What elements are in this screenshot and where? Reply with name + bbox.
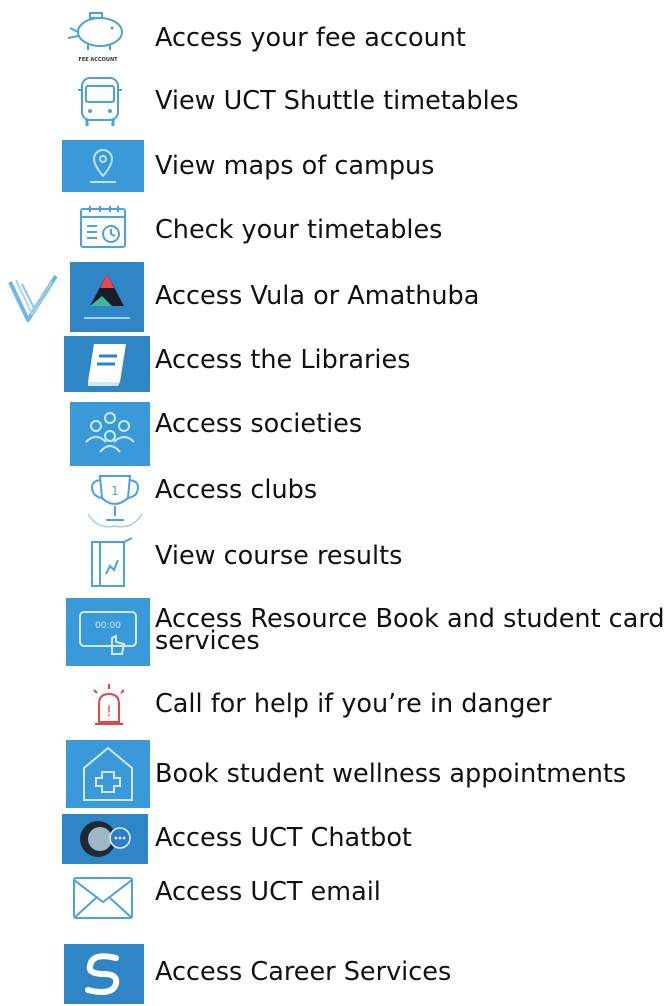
- svg-text:1: 1: [111, 484, 119, 498]
- item-label: Access Resource Book and student card se…: [155, 604, 665, 656]
- piggy-bank-icon: FEE ACCOUNT: [62, 10, 134, 64]
- alarm-icon: !: [84, 682, 134, 730]
- item-label: Access the Libraries: [155, 345, 411, 375]
- health-house-icon: [66, 740, 150, 808]
- results-chart-icon: [84, 534, 140, 592]
- people-group-icon: [70, 402, 150, 466]
- item-label: View course results: [155, 541, 403, 571]
- list-item-wellness[interactable]: Book student wellness appointments: [0, 740, 670, 808]
- item-label: Access clubs: [155, 475, 318, 505]
- list-item-clubs[interactable]: 1 Access clubs: [0, 470, 670, 530]
- list-item-societies[interactable]: Access societies: [0, 400, 670, 466]
- trophy-icon: 1: [78, 470, 152, 532]
- list-item-career-services[interactable]: Access Career Services: [0, 944, 670, 1004]
- fee-account-caption: FEE ACCOUNT: [78, 57, 118, 63]
- item-label: Access Vula or Amathuba: [155, 281, 480, 311]
- list-item-chatbot[interactable]: Access UCT Chatbot: [0, 814, 670, 874]
- list-item-libraries[interactable]: Access the Libraries: [0, 334, 670, 394]
- item-label: Access Career Services: [155, 957, 452, 987]
- item-label: Call for help if you’re in danger: [155, 689, 552, 719]
- chatbot-icon: [62, 814, 148, 864]
- svg-text:!: !: [106, 704, 112, 720]
- item-label: Book student wellness appointments: [155, 759, 627, 789]
- career-services-icon: [64, 944, 144, 1004]
- item-label: Access societies: [155, 409, 363, 439]
- calendar-clock-icon: [78, 204, 130, 252]
- book-icon: [64, 336, 150, 392]
- item-label: Access UCT Chatbot: [155, 823, 412, 853]
- card-tap-icon: 00:00: [66, 598, 150, 666]
- item-label: View UCT Shuttle timetables: [155, 86, 519, 116]
- item-label: Access your fee account: [155, 23, 466, 53]
- list-item-shuttle[interactable]: View UCT Shuttle timetables: [0, 70, 670, 130]
- list-item-fee-account[interactable]: FEE ACCOUNT Access your fee account: [0, 8, 670, 68]
- item-label: Access UCT email: [155, 877, 381, 907]
- list-item-course-results[interactable]: View course results: [0, 530, 670, 590]
- email-icon: [66, 868, 140, 930]
- item-label: View maps of campus: [155, 151, 435, 181]
- list-item-resource-book[interactable]: 00:00 Access Resource Book and student c…: [0, 598, 670, 666]
- list-item-email[interactable]: Access UCT email: [0, 868, 670, 928]
- list-item-danger[interactable]: ! Call for help if you’re in danger: [0, 676, 670, 736]
- list-item-timetables[interactable]: Check your timetables: [0, 200, 670, 260]
- item-label: Check your timetables: [155, 215, 443, 245]
- amathuba-app-icon: [70, 262, 144, 332]
- bus-icon: [74, 74, 126, 130]
- map-pin-icon: [62, 140, 144, 192]
- list-item-maps[interactable]: View maps of campus: [0, 136, 670, 196]
- list-item-amathuba[interactable]: Access Vula or Amathuba: [0, 262, 670, 332]
- svg-text:00:00: 00:00: [95, 621, 121, 631]
